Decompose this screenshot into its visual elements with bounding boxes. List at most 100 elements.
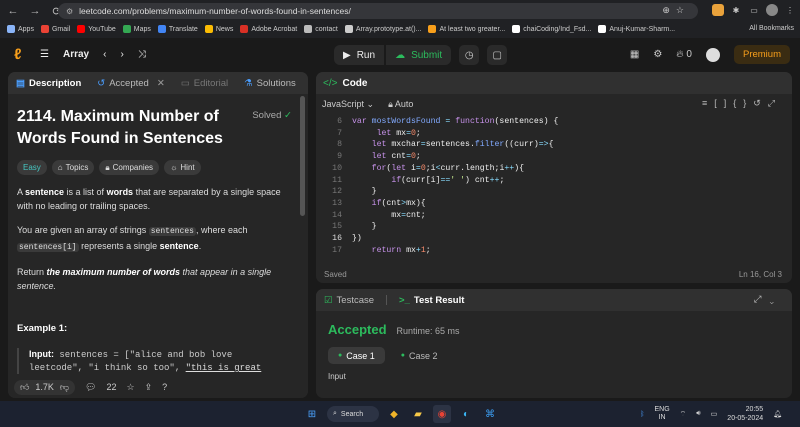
tab-test-result[interactable]: >_ Test Result: [399, 295, 464, 306]
lock-icon: 🔒︎: [388, 98, 393, 109]
problem-list-title[interactable]: Array: [63, 49, 89, 60]
bluetooth-icon[interactable]: ᛒ: [640, 411, 644, 418]
tab-editorial[interactable]: ▭ Editorial: [173, 72, 236, 94]
address-bar[interactable]: ⚙ leetcode.com/problems/maximum-number-o…: [58, 3, 698, 19]
back-icon[interactable]: ←: [4, 2, 22, 20]
menu-icon[interactable]: ⋮: [784, 4, 796, 16]
file-explorer-icon[interactable]: ▰: [409, 405, 427, 423]
submit-button[interactable]: ☁ Submit: [386, 45, 452, 65]
scrollbar[interactable]: [300, 96, 305, 216]
code-line[interactable]: for(let i=0;i<curr.length;i++){: [352, 163, 524, 175]
user-avatar[interactable]: [705, 47, 720, 62]
expand-icon[interactable]: ⤢⌄: [754, 294, 782, 305]
chrome-icon[interactable]: ◉: [433, 405, 451, 423]
notes-icon[interactable]: ▢: [487, 45, 508, 65]
site-info-icon[interactable]: ⚙: [66, 7, 73, 16]
bookmark-item[interactable]: Anuj-Kumar-Sharm...: [598, 25, 675, 33]
code-line[interactable]: mx=cnt;: [352, 210, 425, 222]
tab-description[interactable]: ▤ Description: [8, 72, 89, 94]
tab-submissions[interactable]: ↺Su: [304, 72, 308, 94]
bookmark-star-icon[interactable]: ⊕☆: [662, 5, 690, 16]
code-line[interactable]: }: [352, 186, 377, 198]
star-icon[interactable]: ☆: [127, 382, 135, 393]
bookmark-item[interactable]: contact: [304, 25, 338, 33]
forward-icon[interactable]: →: [26, 2, 44, 20]
close-icon[interactable]: ✕: [157, 78, 165, 89]
bookmark-item[interactable]: At least two greater...: [428, 25, 505, 33]
bookmark-item[interactable]: chaiCoding/Ind_Fsd...: [512, 25, 591, 33]
streak-fire-icon[interactable]: 🔥︎ 0: [676, 49, 692, 60]
topics-tag[interactable]: ⌂ Topics: [51, 160, 95, 175]
code-line[interactable]: return mx+1;: [352, 245, 431, 257]
comment-icon[interactable]: 💬︎: [85, 382, 96, 393]
case-1-tab[interactable]: ● Case 1: [328, 347, 385, 364]
bookmark-favicon-icon: [240, 25, 249, 33]
volume-icon[interactable]: 🔊︎: [696, 410, 700, 418]
bookmark-item[interactable]: Maps: [122, 25, 151, 33]
tab-solutions[interactable]: ⚗ Solutions: [236, 72, 304, 94]
prev-problem-icon[interactable]: ‹: [103, 49, 106, 60]
settings-gear-icon[interactable]: ⚙: [653, 49, 662, 60]
taskbar-search[interactable]: ⌕ Search: [327, 406, 379, 422]
code-line[interactable]: if(curr[i]==' ') cnt++;: [352, 175, 504, 187]
code-editor[interactable]: 6 var mostWordsFound = function(sentences…: [316, 116, 792, 256]
clock[interactable]: 20:55 20-05-2024: [727, 405, 763, 423]
bookmark-item[interactable]: Apps: [7, 25, 34, 33]
lock-icon: 🔒︎: [105, 162, 110, 172]
submit-label: Submit: [411, 49, 443, 61]
help-icon[interactable]: ?: [162, 382, 167, 392]
shuffle-icon[interactable]: ⤨: [138, 49, 146, 60]
thumbs-down-icon[interactable]: 👎︎: [60, 382, 69, 393]
notification-bell-icon[interactable]: 🔔︎: [773, 410, 782, 418]
code-panel: </> Code JavaScript ⌄ 🔒︎ Auto ≡[]{}↺⤢ 6 va…: [316, 72, 792, 283]
bookmark-label: Anuj-Kumar-Sharm...: [609, 25, 676, 33]
timer-icon[interactable]: ◷: [459, 45, 480, 65]
code-line[interactable]: }): [352, 233, 362, 245]
code-line[interactable]: let mxchar=sentences.filter((curr)=>{: [352, 139, 554, 151]
language-indicator[interactable]: ENG IN: [654, 406, 669, 422]
wifi-icon[interactable]: ⌔: [680, 410, 687, 419]
problem-title: 2114. Maximum Number of Words Found in S…: [17, 108, 223, 147]
tab-accepted[interactable]: ↺ Accepted ✕: [89, 72, 173, 94]
sidepanel-icon[interactable]: ▭: [748, 4, 760, 16]
search-icon: ⌕: [333, 410, 337, 417]
code-line[interactable]: var mostWordsFound = function(sentences)…: [352, 116, 558, 128]
bookmark-item[interactable]: Translate: [157, 25, 198, 33]
bookmark-item[interactable]: Array.prototype.at()...: [344, 25, 421, 33]
bookmark-favicon-icon: [428, 25, 437, 33]
extension-icon[interactable]: [712, 4, 724, 16]
windows-start-icon[interactable]: ⊞: [303, 405, 321, 423]
bookmark-item[interactable]: Adobe Acrobat: [240, 25, 297, 33]
bookmark-item[interactable]: YouTube: [77, 25, 116, 33]
code-line[interactable]: }: [352, 221, 377, 233]
auto-mode[interactable]: 🔒︎ Auto: [388, 99, 413, 110]
battery-icon[interactable]: ▭: [711, 410, 718, 418]
bookmark-item[interactable]: News: [204, 25, 233, 33]
vscode-icon[interactable]: ⌘: [481, 405, 499, 423]
case-2-tab[interactable]: ● Case 2: [391, 347, 448, 364]
edge-icon[interactable]: ◐: [457, 405, 475, 423]
all-bookmarks[interactable]: All Bookmarks: [749, 25, 794, 32]
difficulty-badge: Easy: [17, 160, 47, 175]
premium-button[interactable]: Premium: [733, 45, 790, 64]
layout-icon[interactable]: ▦: [630, 49, 639, 60]
widgets-icon[interactable]: ◆: [385, 405, 403, 423]
run-button[interactable]: ▶ Run: [334, 45, 385, 65]
language-select[interactable]: JavaScript ⌄: [322, 99, 374, 110]
code-line[interactable]: let mx=0;: [352, 128, 421, 140]
profile-avatar[interactable]: [766, 4, 778, 16]
list-icon[interactable]: ☰: [40, 49, 49, 60]
editor-tools-icon[interactable]: ≡[]{}↺⤢: [702, 98, 782, 109]
tab-testcase[interactable]: ☑ Testcase: [324, 295, 374, 306]
next-problem-icon[interactable]: ›: [120, 49, 123, 60]
hint-tag[interactable]: ☼ Hint: [164, 160, 201, 175]
share-icon[interactable]: ⇪: [145, 382, 153, 393]
line-number: 6: [337, 117, 342, 126]
code-line[interactable]: let cnt=0;: [352, 151, 421, 163]
code-line[interactable]: if(cnt>mx){: [352, 198, 426, 210]
companies-tag[interactable]: 🔒︎ Companies: [99, 160, 160, 175]
extensions-puzzle-icon[interactable]: ✱: [730, 4, 742, 16]
like-button[interactable]: 👍︎ 1.7K 👎︎: [14, 379, 76, 395]
leetcode-logo[interactable]: ℓ: [14, 47, 30, 63]
bookmark-item[interactable]: Gmail: [40, 25, 70, 33]
